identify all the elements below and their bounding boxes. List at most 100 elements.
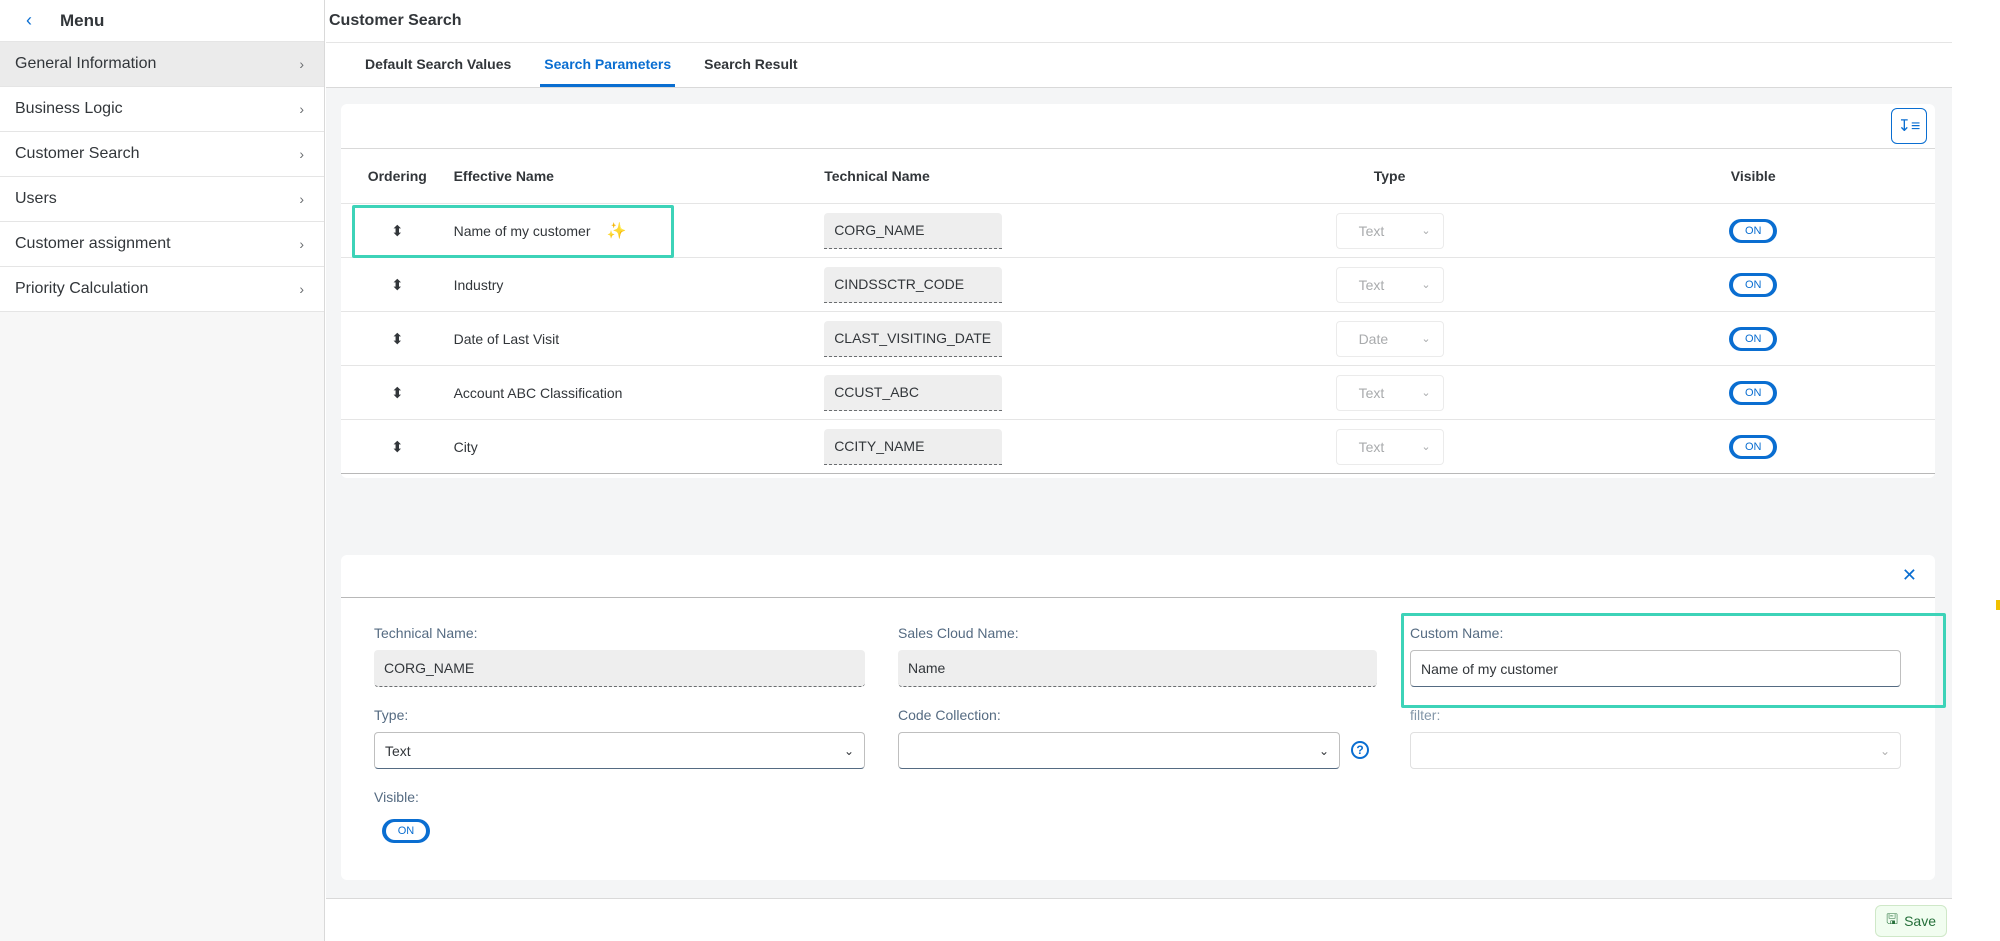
table-row[interactable]: ⬍ City CCITY_NAME Text ⌄ ON bbox=[341, 420, 1935, 474]
type-value: Text bbox=[1358, 222, 1385, 239]
table-row[interactable]: ⬍ Industry CINDSSCTR_CODE Text ⌄ ON bbox=[341, 258, 1935, 312]
sidebar-item-general-information[interactable]: General Information › bbox=[0, 42, 324, 87]
chevron-down-icon: ⌄ bbox=[1879, 743, 1890, 758]
type-value: Text bbox=[1358, 276, 1385, 293]
type-value: Date bbox=[1358, 330, 1389, 347]
sidebar-item-customer-assignment[interactable]: Customer assignment › bbox=[0, 222, 324, 267]
chevron-right-icon: › bbox=[299, 236, 304, 252]
visible-toggle[interactable]: ON bbox=[1729, 218, 1778, 243]
type-select-value: Text bbox=[385, 742, 411, 759]
row-highlight-box bbox=[352, 205, 674, 258]
parameter-detail-panel: ✕ Technical Name: CORG_NAME Sales Cloud … bbox=[341, 555, 1946, 880]
column-header-type: Type bbox=[1373, 168, 1406, 184]
visible-toggle[interactable]: ON bbox=[1729, 380, 1778, 405]
technical-name-field: CLAST_VISITING_DATE bbox=[824, 320, 1003, 357]
effective-name: City bbox=[453, 438, 478, 455]
visible-toggle[interactable]: ON bbox=[1729, 272, 1778, 297]
sidebar-item-label: General Information bbox=[15, 55, 157, 72]
technical-name-field: CORG_NAME bbox=[374, 650, 865, 687]
effective-name: Industry bbox=[453, 276, 504, 293]
tab-bar: Default Search Values Search Parameters … bbox=[326, 43, 1952, 88]
technical-name-label: Technical Name: bbox=[374, 625, 478, 641]
help-icon[interactable]: ? bbox=[1351, 741, 1369, 759]
sidebar-item-customer-search[interactable]: Customer Search › bbox=[0, 132, 324, 177]
chevron-right-icon: › bbox=[299, 146, 304, 162]
footer-bar: 🖫 Save bbox=[326, 898, 1952, 941]
chevron-left-icon[interactable]: ‹ bbox=[26, 10, 46, 31]
code-collection-label: Code Collection: bbox=[898, 707, 1001, 723]
chevron-down-icon: ⌄ bbox=[1421, 333, 1431, 345]
type-select[interactable]: Text ⌄ bbox=[374, 732, 865, 769]
close-icon[interactable]: ✕ bbox=[1902, 565, 1917, 586]
technical-name-field: CINDSSCTR_CODE bbox=[824, 266, 1003, 303]
sidebar: ‹ Menu General Information › Business Lo… bbox=[0, 0, 325, 941]
reorder-handle-icon[interactable]: ⬍ bbox=[391, 384, 404, 402]
sidebar-item-label: Customer Search bbox=[15, 145, 140, 162]
filter-label: filter: bbox=[1410, 707, 1441, 723]
toggle-label: ON bbox=[386, 822, 426, 840]
chevron-right-icon: › bbox=[299, 101, 304, 117]
filter-select: ⌄ bbox=[1410, 732, 1901, 769]
sales-cloud-name-field: Name bbox=[898, 650, 1377, 687]
app-window: ‹ Menu General Information › Business Lo… bbox=[0, 0, 2000, 941]
visible-toggle[interactable]: ON bbox=[1729, 434, 1778, 459]
menu-title: Menu bbox=[60, 10, 105, 30]
chevron-down-icon: ⌄ bbox=[843, 743, 854, 758]
chevron-right-icon: › bbox=[299, 191, 304, 207]
reorder-handle-icon[interactable]: ⬍ bbox=[391, 330, 404, 348]
column-header-technical-name: Technical Name bbox=[824, 168, 930, 184]
sort-descending-icon: ↧≡ bbox=[1897, 118, 1921, 135]
chevron-down-icon: ⌄ bbox=[1421, 387, 1431, 399]
sidebar-item-priority-calculation[interactable]: Priority Calculation › bbox=[0, 267, 324, 312]
reorder-handle-icon[interactable]: ⬍ bbox=[391, 438, 404, 456]
save-button-label: Save bbox=[1904, 913, 1936, 929]
effective-name: Account ABC Classification bbox=[453, 384, 623, 401]
type-label: Type: bbox=[374, 707, 409, 723]
chevron-down-icon: ⌄ bbox=[1421, 225, 1431, 237]
sidebar-item-label: Users bbox=[15, 190, 57, 207]
tab-search-result[interactable]: Search Result bbox=[700, 56, 801, 87]
sidebar-item-users[interactable]: Users › bbox=[0, 177, 324, 222]
sidebar-item-business-logic[interactable]: Business Logic › bbox=[0, 87, 324, 132]
table-header: Ordering Effective Name Technical Name T… bbox=[341, 149, 1935, 204]
visible-label: Visible: bbox=[374, 789, 419, 805]
sort-button[interactable]: ↧≡ bbox=[1891, 108, 1927, 144]
window-edge bbox=[1952, 0, 2000, 941]
table-row[interactable]: ⬍ Account ABC Classification CCUST_ABC T… bbox=[341, 366, 1935, 420]
code-collection-select[interactable]: ⌄ bbox=[898, 732, 1340, 769]
technical-name-field: CCUST_ABC bbox=[824, 374, 1003, 411]
tab-search-parameters[interactable]: Search Parameters bbox=[540, 56, 676, 87]
menu-header[interactable]: ‹ Menu bbox=[0, 0, 324, 42]
toggle-label: ON bbox=[1733, 221, 1774, 240]
type-select: Text ⌄ bbox=[1335, 428, 1444, 465]
detail-toolbar: ✕ bbox=[341, 555, 1935, 598]
table-row[interactable]: ⬍ Date of Last Visit CLAST_VISITING_DATE… bbox=[341, 312, 1935, 366]
table-toolbar: ↧≡ bbox=[341, 104, 1935, 149]
custom-name-input[interactable]: Name of my customer bbox=[1410, 650, 1901, 687]
type-value: Text bbox=[1358, 384, 1385, 401]
sales-cloud-name-label: Sales Cloud Name: bbox=[898, 625, 1019, 641]
page-title: Customer Search bbox=[329, 12, 462, 29]
type-select: Text ⌄ bbox=[1335, 374, 1444, 411]
sidebar-item-label: Priority Calculation bbox=[15, 280, 149, 297]
edge-marker bbox=[1996, 600, 2000, 610]
table-row[interactable]: ⬍ Name of my customer ✨ CORG_NAME Text ⌄ … bbox=[341, 204, 1935, 258]
visible-toggle[interactable]: ON bbox=[382, 819, 430, 843]
toggle-label: ON bbox=[1733, 329, 1774, 348]
reorder-handle-icon[interactable]: ⬍ bbox=[391, 276, 404, 294]
column-header-effective-name: Effective Name bbox=[453, 168, 554, 184]
toggle-label: ON bbox=[1733, 275, 1774, 294]
technical-name-field: CCITY_NAME bbox=[824, 428, 1003, 465]
effective-name: Date of Last Visit bbox=[453, 330, 560, 347]
type-select: Text ⌄ bbox=[1335, 212, 1444, 249]
type-select: Text ⌄ bbox=[1335, 266, 1444, 303]
toggle-label: ON bbox=[1733, 437, 1774, 456]
search-parameters-table-panel: ↧≡ Ordering Effective Name Technical Nam… bbox=[341, 104, 1935, 478]
type-select: Date ⌄ bbox=[1335, 320, 1444, 357]
main-content: Customer Search Default Search Values Se… bbox=[326, 0, 1952, 941]
chevron-down-icon: ⌄ bbox=[1421, 279, 1431, 291]
chevron-right-icon: › bbox=[299, 281, 304, 297]
visible-toggle[interactable]: ON bbox=[1729, 326, 1778, 351]
tab-default-search-values[interactable]: Default Search Values bbox=[361, 56, 515, 87]
save-button[interactable]: 🖫 Save bbox=[1875, 905, 1947, 937]
